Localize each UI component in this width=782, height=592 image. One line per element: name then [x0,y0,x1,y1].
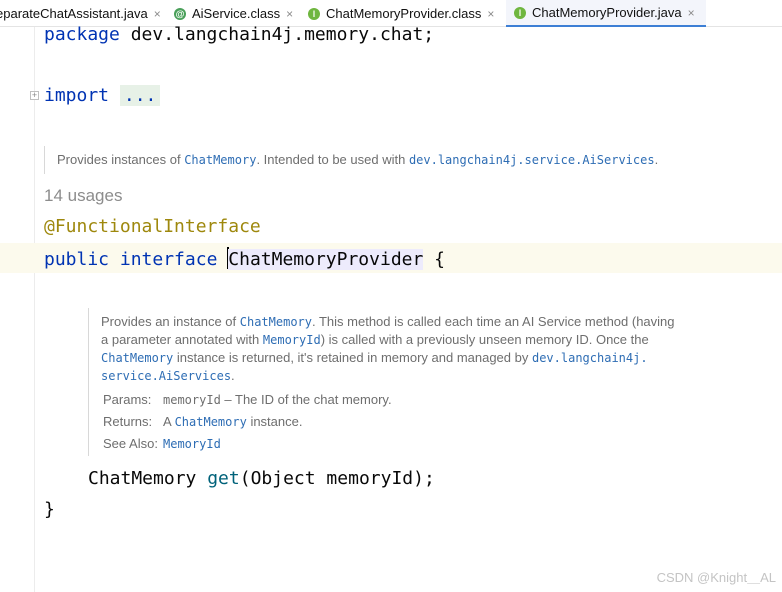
doc-text: . Intended to be used with [256,152,409,167]
doc-seealso-row: See Also: MemoryId [103,436,221,451]
doc-text: instance. [246,414,303,429]
method-name: get [207,468,240,489]
doc-link-langchain4j[interactable]: dev.langchain4j. [532,351,648,365]
method-doc: Provides an instance of ChatMemory. This… [101,313,721,385]
tab-aiservice-class[interactable]: @ AiService.class × [174,0,302,27]
doc-text: . This method is called each time an AI … [312,314,675,329]
annotation-line[interactable]: @FunctionalInterface [44,216,261,237]
doc-link-chatmemory[interactable]: ChatMemory [175,415,247,429]
seealso-label: See Also: [103,436,158,451]
interface-icon: I [308,7,320,20]
editor-gutter [0,27,35,592]
returns-label: Returns: [103,414,153,429]
usages-hint[interactable]: 14 usages [44,186,122,206]
doc-link-chatmemory[interactable]: ChatMemory [101,351,173,365]
param-name: memoryId [163,393,221,407]
doc-text: instance is returned, it's retained in m… [173,350,532,365]
doc-link-chatmemory[interactable]: ChatMemory [240,315,312,329]
class-doc: Provides instances of ChatMemory. Intend… [57,151,658,169]
tab-label: eparateChatAssistant.java [0,6,148,21]
public-keyword: public [44,249,110,270]
close-icon[interactable]: × [688,6,695,20]
method-params: (Object memoryId); [239,468,435,489]
interface-icon: I [514,6,526,19]
doc-returns-row: Returns: A ChatMemory instance. [103,414,302,429]
editor-tab-bar: eparateChatAssistant.java × @ AiService.… [0,0,782,27]
closing-brace[interactable]: } [44,499,55,520]
tab-chatmemoryprovider-java[interactable]: I ChatMemoryProvider.java × [506,0,706,27]
interface-keyword: interface [119,249,218,270]
open-brace: { [423,249,446,270]
doc-params-row: Params: memoryId – The ID of the chat mem… [103,392,392,407]
import-fold-placeholder[interactable]: ... [119,85,161,106]
doc-bar [44,146,45,174]
import-keyword: import [44,85,110,106]
doc-bar [88,308,89,456]
interface-declaration[interactable]: public interface ChatMemoryProvider { [44,247,445,270]
tab-label: AiService.class [192,6,281,21]
close-icon[interactable]: × [487,7,494,21]
package-line[interactable]: package dev.langchain4j.memory.chat; [44,24,434,45]
doc-text: A [163,414,175,429]
tab-chatmemoryprovider-class[interactable]: I ChatMemoryProvider.class × [308,0,504,27]
close-icon[interactable]: × [154,7,161,21]
doc-link-chatmemory[interactable]: ChatMemory [184,153,256,167]
param-desc: – The ID of the chat memory. [220,392,392,407]
package-name: dev.langchain4j.memory.chat; [119,24,435,45]
params-label: Params: [103,392,152,407]
fold-expand-icon[interactable]: + [30,91,39,100]
doc-link-memoryid[interactable]: MemoryId [263,333,321,347]
doc-link-aiservices[interactable]: dev.langchain4j.service.AiServices [409,153,655,167]
tab-label: ChatMemoryProvider.class [326,6,482,21]
doc-text: . [231,368,235,383]
close-icon[interactable]: × [286,7,293,21]
doc-text: ) is called with a previously unseen mem… [320,332,649,347]
import-line[interactable]: import ... [44,85,161,106]
package-keyword: package [44,24,120,45]
doc-text: . [654,152,659,167]
doc-text: Provides instances of [57,152,185,167]
doc-text: Provides an instance of [101,314,240,329]
interface-name: ChatMemoryProvider [228,249,424,270]
watermark: CSDN @Knight＿AL [656,570,776,585]
method-return-type: ChatMemory [88,468,208,489]
method-declaration[interactable]: ChatMemory get(Object memoryId); [88,468,435,489]
doc-link-memoryid[interactable]: MemoryId [163,437,221,451]
annotation-icon: @ [174,7,186,20]
doc-text: a parameter annotated with [101,332,263,347]
doc-link-aiservices[interactable]: service.AiServices [101,369,231,383]
tab-separate-chat-assistant[interactable]: eparateChatAssistant.java × [0,0,162,27]
tab-label: ChatMemoryProvider.java [532,5,682,20]
